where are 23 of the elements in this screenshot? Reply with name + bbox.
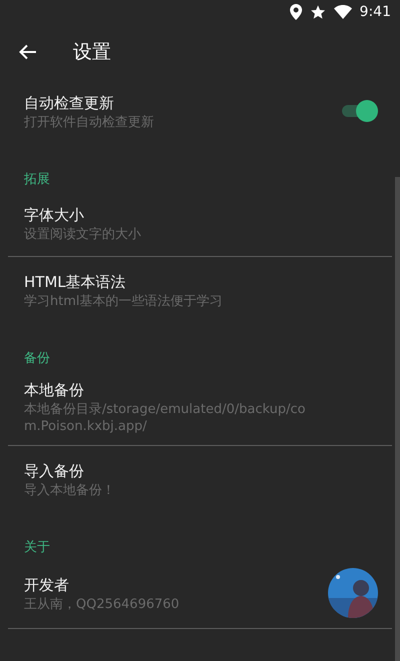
section-header: 备份	[23, 350, 51, 368]
scrollbar[interactable]	[395, 177, 400, 661]
setting-description: 王从南，QQ2564696760	[24, 596, 180, 612]
setting-title[interactable]: 开发者	[24, 574, 328, 596]
setting-title[interactable]: 本地备份	[24, 379, 378, 401]
toggle-switch[interactable]	[340, 99, 378, 123]
setting-title[interactable]: 自动检查更新	[24, 92, 340, 114]
clock-time: 9:41	[360, 4, 391, 20]
page-title: 设置	[73, 40, 111, 65]
setting-description: 打开软件自动检查更新	[24, 114, 155, 130]
section-header: 关于	[23, 539, 51, 557]
setting-description: 导入本地备份！	[24, 482, 116, 498]
setting-description: 学习html基本的一些语法便于学习	[24, 292, 224, 310]
setting-description: 设置阅读文字的大小	[24, 226, 142, 242]
setting-description: 本地备份目录/storage/emulated/0/backup/com.Poison.kxbj.app/	[24, 401, 306, 435]
section-header: 拓展	[23, 171, 51, 189]
setting-title[interactable]: 字体大小	[24, 204, 378, 226]
setting-title[interactable]: 导入备份	[24, 460, 378, 482]
star-icon	[310, 4, 326, 20]
setting-title[interactable]: HTML基本语法	[24, 270, 378, 292]
wifi-icon	[334, 5, 352, 19]
location-icon	[290, 4, 302, 20]
back-arrow-icon[interactable]	[19, 44, 37, 60]
